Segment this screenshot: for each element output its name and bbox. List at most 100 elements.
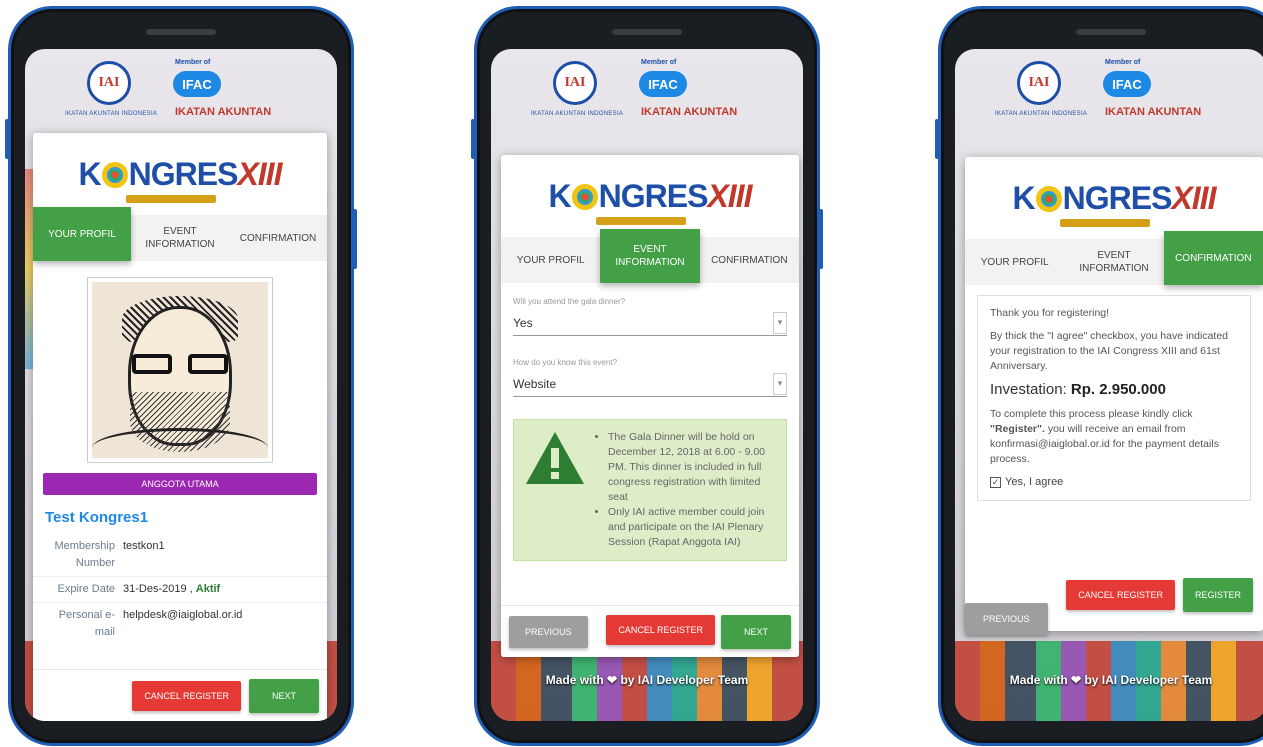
member-of-label: Member of bbox=[641, 59, 677, 66]
tab-your-profil[interactable]: YOUR PROFIL bbox=[33, 207, 131, 261]
iai-name: IKATAN AKUNTAN INDONESIA bbox=[531, 111, 624, 117]
avatar-shoulders bbox=[92, 428, 268, 458]
speaker bbox=[612, 29, 682, 35]
logo-ngres: NGRES bbox=[1062, 179, 1173, 216]
stage: IAI Member of IFAC IKATAN AKUNTAN INDONE… bbox=[0, 0, 1263, 747]
next-button[interactable]: NEXT bbox=[249, 678, 319, 713]
member-of-label: Member of bbox=[1105, 59, 1141, 66]
investation-label: Investation: bbox=[990, 381, 1067, 398]
info-label: Personal e-mail bbox=[58, 609, 115, 638]
info-value: helpdesk@iaiglobal.or.id bbox=[123, 609, 243, 621]
investation-amount: Rp. 2.950.000 bbox=[1070, 381, 1166, 398]
info-value: testkon1 bbox=[123, 540, 165, 552]
gala-dinner-select[interactable]: Yes ▾ bbox=[513, 310, 787, 336]
logo-xiii: XIII bbox=[707, 177, 752, 214]
chevron-down-icon[interactable]: ▾ bbox=[773, 372, 787, 395]
tab-your-profil[interactable]: YOUR PROFIL bbox=[965, 239, 1064, 285]
investation-line: Investation: Rp. 2.950.000 bbox=[990, 382, 1238, 397]
complete-text-a: To complete this process please kindly c… bbox=[990, 408, 1193, 420]
iai-logo: IAI bbox=[1017, 61, 1061, 105]
header-logos: IAI Member of IFAC IKATAN AKUNTAN INDONE… bbox=[491, 57, 803, 127]
checkbox-checked-icon[interactable]: ✓ bbox=[990, 477, 1001, 488]
chevron-down-icon[interactable]: ▾ bbox=[773, 311, 787, 334]
previous-button[interactable]: PREVIOUS bbox=[965, 603, 1048, 635]
phone-event: IAI Member of IFAC IKATAN AKUNTAN INDONE… bbox=[471, 6, 823, 746]
tab-confirmation[interactable]: CONFIRMATION bbox=[700, 237, 799, 283]
tab-confirmation[interactable]: CONFIRMATION bbox=[229, 215, 327, 261]
made-with-footer: Made with ❤ by IAI Developer Team bbox=[545, 673, 749, 687]
tab-confirmation[interactable]: CONFIRMATION bbox=[1163, 231, 1263, 285]
volume-button bbox=[471, 119, 475, 159]
info-bullet: The Gala Dinner will be hold on December… bbox=[608, 430, 776, 505]
step-tabs: YOUR PROFIL EVENT INFORMATION CONFIRMATI… bbox=[965, 231, 1263, 285]
logo-k: K bbox=[1012, 179, 1036, 216]
ikatan-text: IKATAN AKUNTAN bbox=[641, 106, 738, 118]
tab-your-profil[interactable]: YOUR PROFIL bbox=[501, 237, 600, 283]
screen: IAI Member of IFAC IKATAN AKUNTAN INDONE… bbox=[25, 49, 337, 721]
logo-ngres: NGRES bbox=[128, 155, 239, 192]
info-list: The Gala Dinner will be hold on December… bbox=[596, 430, 776, 550]
phone-confirmation: IAI Member of IFAC IKATAN AKUNTAN INDONE… bbox=[935, 6, 1263, 746]
tab-event-information[interactable]: EVENT INFORMATION bbox=[1064, 239, 1163, 285]
source-label: How do you know this event? bbox=[513, 358, 618, 367]
cancel-register-button[interactable]: CANCEL REGISTER bbox=[1066, 580, 1175, 610]
card-actions: PREVIOUS CANCEL REGISTER NEXT bbox=[501, 605, 799, 657]
info-value: 31-Des-2019 , Aktif bbox=[123, 581, 317, 598]
complete-instructions: To complete this process please kindly c… bbox=[990, 407, 1238, 467]
logo-globe-icon bbox=[101, 161, 128, 188]
volume-button bbox=[5, 119, 9, 159]
confirmation-box: Thank you for registering! By thick the … bbox=[977, 295, 1251, 501]
cancel-register-button[interactable]: CANCEL REGISTER bbox=[132, 680, 241, 711]
logo-ribbon bbox=[1060, 219, 1150, 227]
logo-ribbon bbox=[596, 217, 686, 225]
status-badge: Aktif bbox=[195, 583, 221, 595]
logo-xiii: XIII bbox=[1171, 179, 1216, 216]
source-value: Website bbox=[513, 376, 557, 391]
agree-checkbox[interactable]: ✓ Yes, I agree bbox=[990, 475, 1238, 490]
avatar-glasses bbox=[132, 354, 228, 374]
tab-event-information[interactable]: EVENT INFORMATION bbox=[131, 215, 229, 261]
power-button bbox=[353, 209, 357, 269]
register-keyword: "Register". bbox=[990, 423, 1045, 435]
profile-photo bbox=[87, 277, 273, 463]
thanks-text: Thank you for registering! bbox=[990, 307, 1110, 319]
ifac-logo: IFAC bbox=[1103, 71, 1151, 97]
source-select[interactable]: Website ▾ bbox=[513, 371, 787, 397]
kongres-logo: K NGRESXIII bbox=[965, 157, 1263, 239]
tab-event-information[interactable]: EVENT INFORMATION bbox=[600, 229, 700, 283]
cancel-register-button[interactable]: CANCEL REGISTER bbox=[606, 614, 715, 645]
header-logos: IAI Member of IFAC IKATAN AKUNTAN INDONE… bbox=[25, 57, 337, 127]
register-button[interactable]: REGISTER bbox=[1182, 578, 1253, 612]
step-tabs: YOUR PROFIL EVENT INFORMATION CONFIRMATI… bbox=[501, 229, 799, 283]
member-of-label: Member of bbox=[175, 59, 211, 66]
screen: IAI Member of IFAC IKATAN AKUNTAN INDONE… bbox=[955, 49, 1263, 721]
volume-button bbox=[935, 119, 939, 159]
logo-globe-icon bbox=[571, 183, 598, 210]
made-with-footer: Made with ❤ by IAI Developer Team bbox=[1009, 673, 1213, 687]
ifac-logo: IFAC bbox=[639, 71, 687, 97]
iai-name: IKATAN AKUNTAN INDONESIA bbox=[65, 111, 158, 117]
logo-k: K bbox=[78, 155, 102, 192]
power-button bbox=[819, 209, 823, 269]
next-button[interactable]: NEXT bbox=[721, 614, 791, 649]
logo-ribbon bbox=[126, 195, 216, 203]
warning-icon bbox=[524, 430, 586, 486]
gala-dinner-value: Yes bbox=[513, 315, 533, 330]
info-alert: The Gala Dinner will be hold on December… bbox=[513, 419, 787, 561]
gala-dinner-label: Will you attend the gala dinner? bbox=[513, 297, 626, 306]
screen: IAI Member of IFAC IKATAN AKUNTAN INDONE… bbox=[491, 49, 803, 721]
event-form: Will you attend the gala dinner? Yes ▾ H… bbox=[501, 283, 799, 397]
ikatan-text: IKATAN AKUNTAN bbox=[175, 106, 272, 118]
info-row-email: Personal e-mail helpdesk@iaiglobal.or.id bbox=[33, 603, 327, 645]
card-actions: CANCEL REGISTER NEXT bbox=[33, 669, 327, 721]
kongres-logo: K NGRESXIII bbox=[501, 155, 799, 237]
iai-name: IKATAN AKUNTAN INDONESIA bbox=[995, 111, 1088, 117]
info-label: Membership Number bbox=[54, 540, 115, 569]
info-row-expire: Expire Date 31-Des-2019 , Aktif bbox=[33, 577, 327, 603]
logo-globe-icon bbox=[1035, 185, 1062, 212]
speaker bbox=[1076, 29, 1146, 35]
previous-button[interactable]: PREVIOUS bbox=[509, 615, 588, 648]
agree-checkbox-label: Yes, I agree bbox=[1005, 476, 1064, 488]
phone-profile: IAI Member of IFAC IKATAN AKUNTAN INDONE… bbox=[5, 6, 357, 746]
info-label: Expire Date bbox=[57, 583, 115, 595]
